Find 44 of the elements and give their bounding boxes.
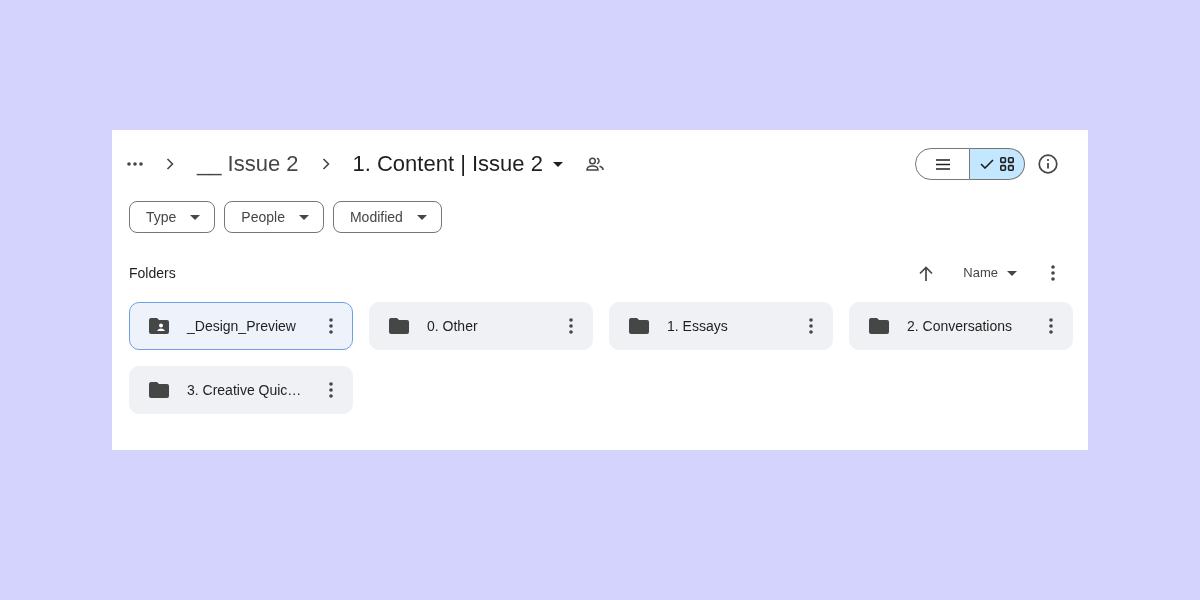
folder-card[interactable]: _Design_Preview	[129, 302, 353, 350]
caret-icon	[190, 214, 201, 220]
more-icon[interactable]	[569, 318, 573, 334]
list-view-button[interactable]	[915, 148, 970, 180]
info-icon[interactable]	[1038, 154, 1058, 174]
more-icon[interactable]	[127, 162, 143, 166]
sort-dropdown[interactable]: Name	[963, 263, 1017, 283]
folder-icon	[869, 318, 889, 334]
folder-card[interactable]: 2. Conversations	[849, 302, 1073, 350]
folder-icon	[389, 318, 409, 334]
folder-name: 2. Conversations	[907, 316, 1014, 336]
folder-card[interactable]: 0. Other	[369, 302, 593, 350]
breadcrumb-link[interactable]: __ Issue 2	[197, 149, 299, 179]
folder-name: 3. Creative Quic…	[187, 380, 303, 400]
folder-name: _Design_Preview	[187, 316, 297, 336]
grid-view-button[interactable]	[970, 148, 1025, 180]
grid-icon	[1000, 157, 1014, 171]
folder-card[interactable]: 3. Creative Quic…	[129, 366, 353, 414]
folder-name: 0. Other	[427, 316, 479, 336]
folder-card[interactable]: 1. Essays	[609, 302, 833, 350]
list-icon	[935, 158, 950, 170]
caret-icon	[552, 161, 563, 167]
chevron-right-icon	[166, 158, 174, 170]
more-icon[interactable]	[809, 318, 813, 334]
shared-folder-icon	[149, 318, 169, 334]
more-icon[interactable]	[329, 318, 333, 334]
caret-icon	[416, 214, 427, 220]
check-icon	[980, 159, 994, 169]
people-icon[interactable]	[585, 157, 604, 171]
more-icon[interactable]	[1051, 265, 1055, 281]
caret-icon	[298, 214, 309, 220]
filter-dropdown[interactable]: Modified	[332, 201, 442, 233]
folder-name: 1. Essays	[667, 316, 729, 336]
folder-icon	[149, 382, 169, 398]
caret-icon	[1007, 270, 1017, 276]
section-title: Folders	[129, 263, 176, 283]
more-icon[interactable]	[329, 382, 333, 398]
folder-menu-button[interactable]: 1. Content | Issue 2	[352, 149, 563, 179]
more-icon[interactable]	[1049, 318, 1053, 334]
filter-dropdown[interactable]: Type	[129, 201, 216, 233]
chevron-right-icon	[321, 158, 330, 170]
folder-icon	[629, 318, 649, 334]
up-arrow-icon[interactable]	[919, 265, 934, 281]
filter-dropdown[interactable]: People	[224, 201, 324, 233]
